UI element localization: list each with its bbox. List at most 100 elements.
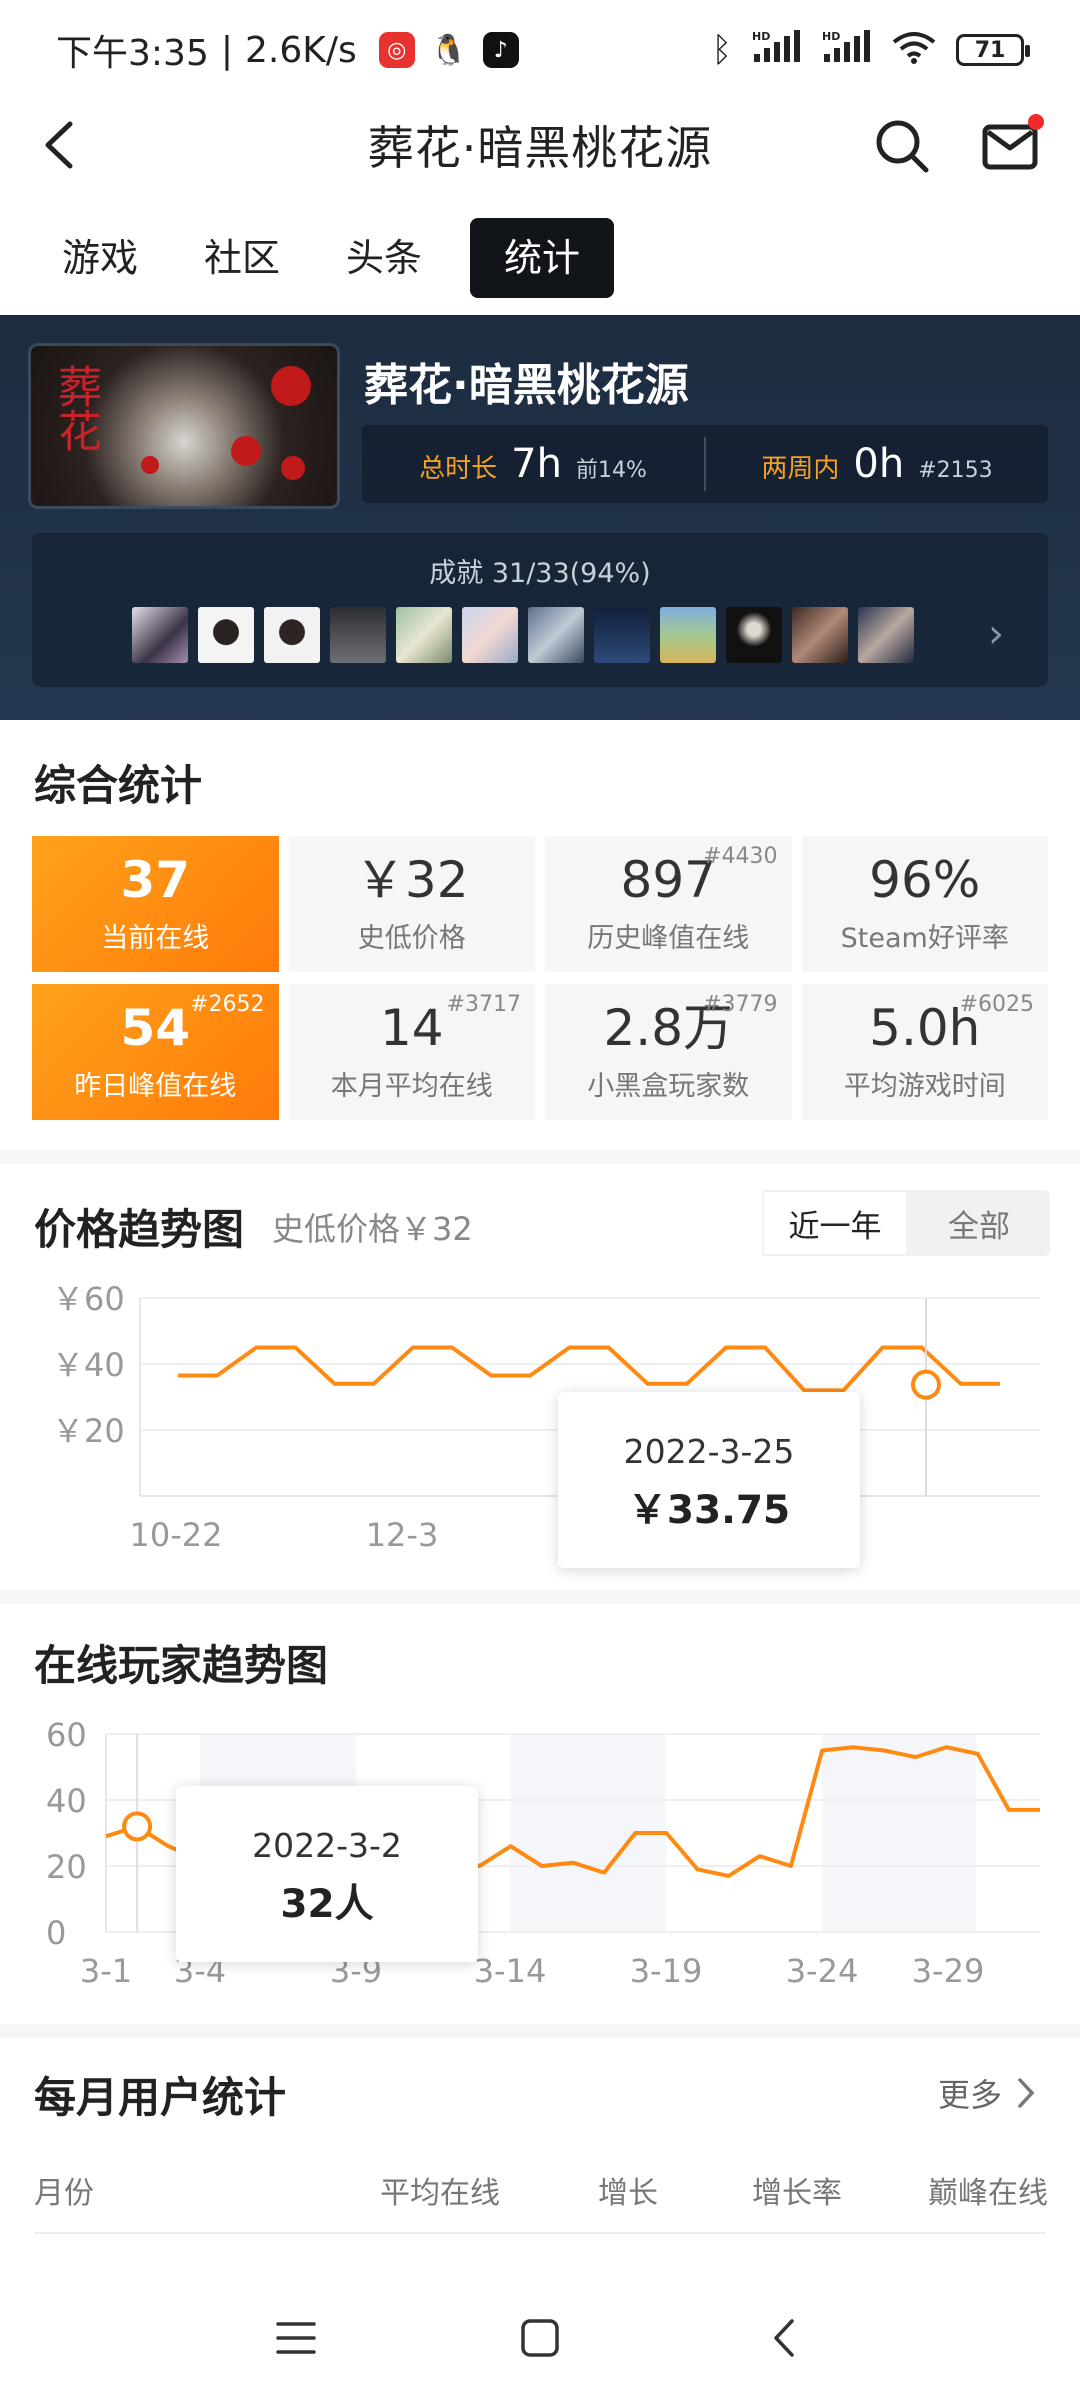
stat-value: 14 bbox=[379, 999, 444, 1057]
x-tick-label: 3-29 bbox=[912, 1952, 985, 1990]
price-chart[interactable]: ￥60 ￥40 ￥20 10-22 12-3 bbox=[0, 1270, 1080, 1570]
status-bar: 下午3:35 | 2.6K/s ◎ 🐧 ♪ ᛒ HD HD 71 bbox=[0, 0, 1080, 100]
highlight-point bbox=[122, 1811, 153, 1842]
back-triangle-icon bbox=[774, 2319, 794, 2357]
stat-label: 平均游戏时间 bbox=[843, 1071, 1006, 1102]
price-chart-subtitle: 史低价格￥32 bbox=[272, 1210, 473, 1248]
x-tick-label: 3-14 bbox=[474, 1952, 547, 1990]
col-growth-rate: 增长率 bbox=[752, 2176, 842, 2211]
wifi-icon bbox=[892, 30, 936, 71]
stat-steam-rating: 96% Steam好评率 bbox=[801, 836, 1048, 972]
stat-heybox-players: #3779 2.8万 小黑盒玩家数 bbox=[545, 984, 792, 1120]
y-tick-label: ￥60 bbox=[52, 1280, 125, 1318]
achievements-panel[interactable]: 成就 31/33(94%) › bbox=[32, 533, 1048, 687]
y-tick-label: 0 bbox=[46, 1914, 66, 1952]
signal-2-icon: HD bbox=[822, 29, 872, 71]
stat-yesterday-peak: #2652 54 昨日峰值在线 bbox=[32, 984, 279, 1120]
stat-rank: #6025 bbox=[959, 992, 1034, 1017]
col-peak-online: 巅峰在线 bbox=[928, 2176, 1048, 2211]
system-back-button[interactable] bbox=[756, 2310, 812, 2366]
summary-title: 综合统计 bbox=[34, 761, 203, 810]
more-link[interactable]: 更多 bbox=[938, 2070, 1036, 2116]
section-separator bbox=[0, 1590, 1080, 1604]
monthly-title: 每月用户统计 bbox=[34, 2073, 287, 2122]
stat-current-online: 37 当前在线 bbox=[32, 836, 279, 972]
signal-1-icon: HD bbox=[752, 29, 802, 71]
section-separator bbox=[0, 1150, 1080, 1164]
range-option-year[interactable]: 近一年 bbox=[762, 1190, 908, 1256]
achievement-icon bbox=[858, 607, 914, 663]
menu-button[interactable] bbox=[268, 2310, 324, 2366]
stat-lowest-price: ￥32 史低价格 bbox=[288, 836, 535, 972]
achievement-icon bbox=[330, 607, 386, 663]
messages-button[interactable] bbox=[982, 114, 1046, 174]
stat-rank: #4430 bbox=[703, 844, 778, 869]
app-header: 葬花·暗黑桃花源 bbox=[0, 100, 1080, 190]
status-separator: | bbox=[220, 29, 233, 71]
netease-music-icon: ◎ bbox=[378, 32, 415, 68]
stat-label: 昨日峰值在线 bbox=[74, 1071, 237, 1102]
x-tick-label: 3-1 bbox=[80, 1952, 132, 1990]
y-tick-label: 40 bbox=[46, 1782, 87, 1820]
mail-icon bbox=[982, 124, 1038, 170]
bluetooth-icon: ᛒ bbox=[711, 30, 732, 70]
two-week-label: 两周内 bbox=[761, 454, 840, 484]
col-growth: 增长 bbox=[598, 2176, 658, 2211]
online-chart-title: 在线玩家趋势图 bbox=[34, 1641, 329, 1690]
week-band bbox=[822, 1734, 976, 1932]
achievement-icon bbox=[462, 607, 518, 663]
more-label: 更多 bbox=[938, 2076, 1003, 2114]
achievement-icon bbox=[132, 607, 188, 663]
cover-title: 葬花 bbox=[50, 364, 101, 452]
col-avg-online: 平均在线 bbox=[380, 2176, 500, 2211]
chevron-right-icon bbox=[1018, 2078, 1035, 2108]
two-week-value: 0h bbox=[853, 441, 905, 487]
achievements-label: 成就 31/33(94%) bbox=[429, 558, 651, 589]
y-tick-label: 60 bbox=[46, 1716, 87, 1754]
back-button[interactable] bbox=[34, 120, 84, 170]
stat-label: Steam好评率 bbox=[840, 923, 1009, 954]
stat-month-average: #3717 14 本月平均在线 bbox=[288, 984, 535, 1120]
achievement-icon bbox=[660, 607, 716, 663]
stat-label: 小黑盒玩家数 bbox=[587, 1071, 750, 1102]
summary-grid: 37 当前在线 ￥32 史低价格 #4430 897 历史峰值在线 96% St… bbox=[32, 836, 1048, 1120]
svg-text:HD: HD bbox=[822, 30, 840, 43]
two-week-rank: #2153 bbox=[918, 458, 993, 483]
tab-community[interactable]: 社区 bbox=[182, 218, 302, 298]
online-chart[interactable]: 60402003-1 3-4 3-9 3-14 3-19 3-24 3-29 bbox=[0, 1710, 1080, 2000]
tab-stats[interactable]: 统计 bbox=[470, 218, 615, 298]
game-name: 葬花·暗黑桃花源 bbox=[364, 360, 689, 411]
qq-penguin-icon: 🐧 bbox=[430, 32, 468, 68]
menu-icon bbox=[276, 2322, 316, 2354]
stat-value: 37 bbox=[120, 851, 191, 909]
home-button[interactable] bbox=[512, 2310, 568, 2366]
tab-headlines[interactable]: 头条 bbox=[324, 218, 444, 298]
price-chart-title: 价格趋势图 bbox=[34, 1205, 245, 1254]
online-tooltip-date: 2022-3-2 bbox=[252, 1826, 402, 1865]
tab-games[interactable]: 游戏 bbox=[40, 218, 160, 298]
achievement-icon bbox=[198, 607, 254, 663]
achievement-icon bbox=[792, 607, 848, 663]
achievement-icon bbox=[396, 607, 452, 663]
home-square-icon bbox=[521, 2319, 559, 2357]
stat-label: 本月平均在线 bbox=[330, 1071, 493, 1102]
stat-value: 54 bbox=[120, 999, 191, 1057]
range-selector: 近一年 全部 bbox=[762, 1190, 1050, 1256]
status-net-speed: 2.6K/s bbox=[244, 29, 357, 71]
table-divider bbox=[34, 2232, 1046, 2234]
stat-avg-playtime: #6025 5.0h 平均游戏时间 bbox=[801, 984, 1048, 1120]
x-tick-label: 10-22 bbox=[130, 1516, 223, 1554]
chevron-right-icon: › bbox=[988, 611, 1004, 657]
stat-rank: #3717 bbox=[446, 992, 521, 1017]
search-button[interactable] bbox=[874, 118, 930, 174]
stat-label: 历史峰值在线 bbox=[587, 923, 750, 954]
range-option-all[interactable]: 全部 bbox=[908, 1190, 1050, 1256]
online-tooltip-value: 32人 bbox=[280, 1882, 374, 1927]
system-nav-bar bbox=[0, 2270, 1080, 2400]
game-cover-image[interactable]: 葬花 bbox=[28, 343, 340, 509]
y-tick-label: ￥20 bbox=[52, 1412, 125, 1450]
highlight-point bbox=[911, 1369, 941, 1400]
achievement-icon bbox=[594, 607, 650, 663]
price-series-line bbox=[178, 1345, 1000, 1393]
tiktok-icon: ♪ bbox=[482, 32, 519, 68]
